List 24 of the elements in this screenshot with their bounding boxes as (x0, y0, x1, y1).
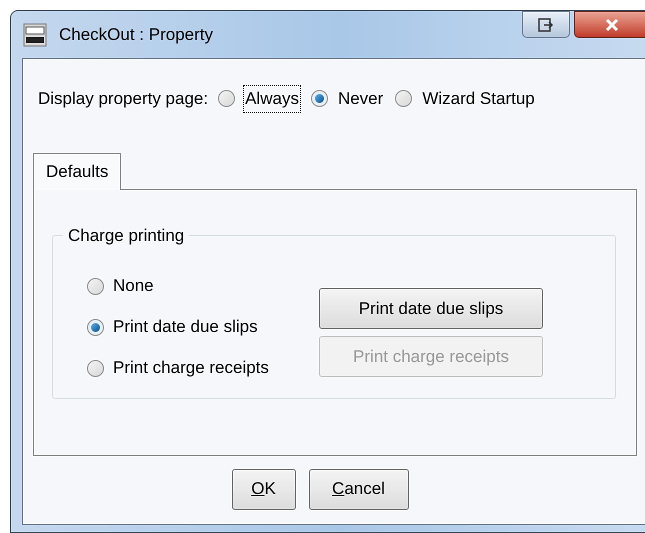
radio-label: Always (243, 85, 301, 112)
window-icon (538, 18, 554, 32)
display-label: Display property page: (38, 88, 208, 110)
app-icon (23, 22, 47, 46)
print-button[interactable]: Print date due slips (319, 288, 543, 329)
radio-button[interactable] (87, 318, 104, 336)
group-title: Charge printing (67, 224, 186, 246)
radio-label: Never (336, 88, 384, 110)
close-icon (605, 18, 619, 30)
radio-button[interactable] (87, 278, 104, 294)
radio-button[interactable] (87, 360, 104, 376)
dialog-button[interactable]: Cancel (308, 468, 408, 510)
tab[interactable]: Defaults (33, 152, 122, 190)
radio-label: Print charge receipts (113, 357, 269, 380)
radio-button[interactable] (395, 90, 412, 108)
close-button[interactable] (574, 11, 645, 38)
restore-button[interactable] (522, 11, 570, 38)
dialog-button[interactable]: OK (232, 468, 296, 510)
radio-button[interactable] (218, 90, 236, 108)
radio-label: None (113, 275, 154, 298)
window-title: CheckOut : Property (59, 24, 214, 46)
radio-button[interactable] (310, 90, 328, 108)
radio-label: Print date due slips (113, 316, 258, 338)
radio-label: Wizard Startup (421, 88, 536, 110)
